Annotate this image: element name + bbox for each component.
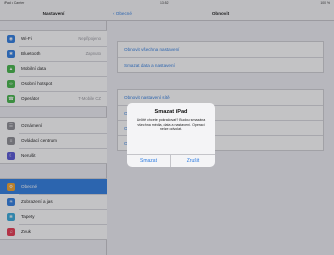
alert-title: Smazat iPad	[154, 109, 188, 115]
erase-ipad-alert: Smazat iPad Určitě chcete pokračovat? Bu…	[127, 103, 215, 167]
alert-button-bar: Smazat Zrušit	[127, 154, 215, 167]
ipad-settings-screen: iPad • Carrier 13:52 100 % Nastavení ◉ Wi…	[0, 0, 334, 255]
erase-button[interactable]: Smazat	[127, 155, 171, 167]
cancel-button[interactable]: Zrušit	[171, 155, 215, 167]
alert-message: Určitě chcete pokračovat? Budou smazána …	[136, 118, 206, 132]
